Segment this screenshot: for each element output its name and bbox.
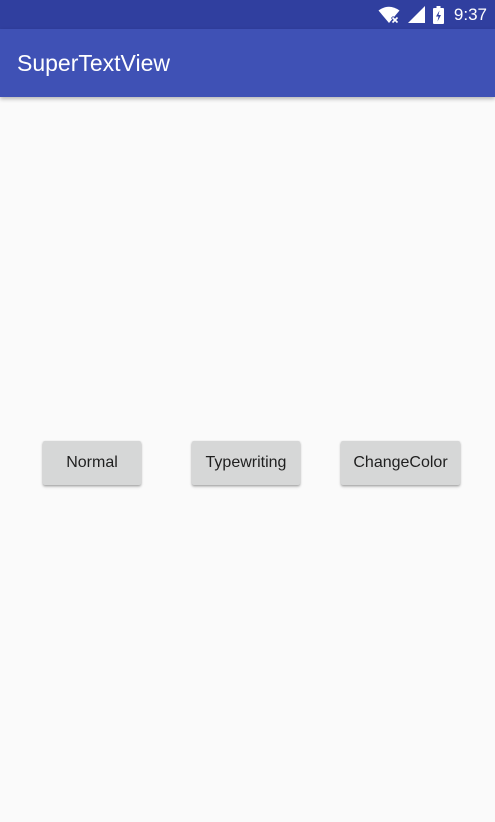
typewriting-button[interactable]: Typewriting xyxy=(192,441,300,485)
screen: 9:37 SuperTextView Normal Typewriting Ch… xyxy=(0,0,495,822)
status-time: 9:37 xyxy=(453,4,487,24)
cell-signal-icon xyxy=(407,6,425,23)
battery-charging-icon xyxy=(432,5,444,24)
app-bar: SuperTextView xyxy=(0,29,495,97)
app-title: SuperTextView xyxy=(17,50,170,76)
status-icons: 9:37 xyxy=(378,0,487,29)
change-color-button[interactable]: ChangeColor xyxy=(341,441,460,485)
wifi-no-internet-icon xyxy=(378,6,400,24)
status-bar: 9:37 xyxy=(0,0,495,29)
normal-button[interactable]: Normal xyxy=(43,441,141,485)
